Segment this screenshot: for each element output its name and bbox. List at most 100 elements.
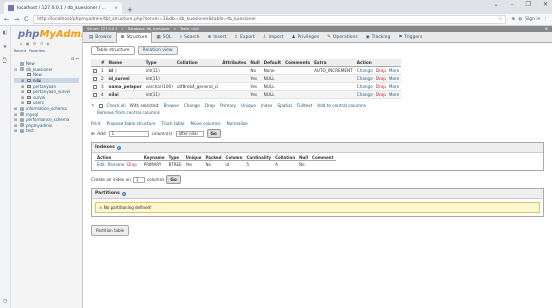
extensions-icon[interactable]: ⊕	[511, 17, 515, 22]
expand-icon[interactable]: ⊟	[14, 67, 18, 72]
breadcrumb-server[interactable]: Server: 127.0.0.1	[87, 27, 117, 31]
nav-recent[interactable]: Recent	[14, 49, 26, 53]
index-edit-action[interactable]: Edit	[97, 162, 105, 167]
add-count-input[interactable]: 1	[108, 130, 149, 137]
url-field[interactable]: http://localhost/phpmyadmin/tbl_structur…	[33, 15, 507, 24]
row-checkbox[interactable]	[93, 93, 97, 97]
sidebar-icon[interactable]: ◧	[3, 30, 8, 36]
tool-print[interactable]: Print	[91, 121, 101, 126]
tree-item-pertanyaan-survei[interactable]: ⊞ pertanyaan_survei	[14, 89, 79, 95]
tab-sql[interactable]: ▦ SQL	[152, 32, 175, 43]
tool-move-columns[interactable]: Move columns	[190, 121, 220, 126]
row-checkbox[interactable]	[93, 77, 97, 81]
tab-triggers[interactable]: ⚑ Triggers	[394, 32, 426, 43]
more-action[interactable]: More	[389, 84, 399, 89]
partition-table-button[interactable]: Partition table	[91, 225, 130, 236]
tab-privileges[interactable]: ♟ Privileges	[287, 32, 323, 43]
change-action[interactable]: Change	[357, 76, 373, 81]
drop-action[interactable]: Drop	[376, 92, 386, 97]
position-select[interactable]: after nilai	[175, 130, 204, 137]
tab-operations[interactable]: ✎ Operations	[323, 32, 362, 43]
bulk-primary[interactable]: Primary	[220, 103, 236, 108]
more-action[interactable]: More	[389, 76, 399, 81]
tree-item-test[interactable]: ⊞ test	[14, 128, 79, 134]
bulk-index[interactable]: Index	[261, 103, 273, 108]
tab-search-icon[interactable]: ⌄	[494, 1, 499, 8]
tool-normalize[interactable]: Normalize	[227, 121, 248, 126]
drop-action[interactable]: Drop	[376, 76, 386, 81]
reload-icon[interactable]: C	[24, 16, 28, 23]
row-checkbox[interactable]	[93, 85, 97, 89]
minimize-button[interactable]: –	[511, 1, 514, 8]
change-action[interactable]: Change	[357, 92, 373, 97]
remove-central-columns-link[interactable]: Remove from central columns	[97, 110, 552, 115]
pma-logo[interactable]: phpMyAdmin	[14, 29, 82, 40]
tab-insert[interactable]: ⊕ Insert	[204, 32, 231, 43]
menu-icon[interactable]: ⋮	[544, 17, 549, 22]
drop-action[interactable]: Drop	[376, 84, 386, 89]
expand-icon[interactable]: ⊞	[21, 78, 25, 83]
expand-icon[interactable]: ⊞	[21, 95, 25, 100]
help-icon[interactable]: ?	[116, 145, 121, 150]
new-tab-button[interactable]: +	[122, 6, 138, 14]
change-action[interactable]: Change	[357, 68, 373, 73]
expand-icon[interactable]: ⊞	[14, 128, 18, 133]
breadcrumb-database[interactable]: Database: db_kuesioner	[128, 27, 170, 31]
close-window-button[interactable]: ✕	[543, 1, 548, 8]
expand-icon[interactable]: ⊞	[21, 100, 25, 105]
tab-export[interactable]: ⇪ Export	[230, 32, 259, 43]
account-area[interactable]: ⊕ ◍ Sign in ⋮	[511, 17, 548, 22]
bulk-spatial[interactable]: Spatial	[277, 103, 291, 108]
expand-icon[interactable]: ⊞	[14, 106, 18, 111]
bulk-fulltext[interactable]: Fulltext	[297, 103, 312, 108]
close-tab-icon[interactable]: ×	[114, 6, 118, 11]
column-type: int(11)	[143, 74, 175, 83]
history-icon[interactable]: ⌚	[2, 58, 8, 64]
tool-track-table[interactable]: Track table	[162, 121, 185, 126]
more-action[interactable]: More	[389, 68, 399, 73]
tab-search[interactable]: ⌕ Search	[176, 32, 204, 43]
gear-icon[interactable]: ⚙	[545, 27, 548, 31]
tab-browse[interactable]: ▤ Browse	[85, 32, 116, 43]
tab-table-structure[interactable]: Table structure	[91, 46, 135, 55]
breadcrumb-table[interactable]: Table: nilai	[180, 27, 199, 31]
drop-action[interactable]: Drop	[376, 68, 386, 73]
tab-relation-view[interactable]: Relation view	[137, 46, 178, 55]
bulk-drop[interactable]: Drop	[205, 103, 215, 108]
bulk-browse[interactable]: Browse	[164, 103, 179, 108]
expand-icon[interactable]: ⊞	[21, 84, 25, 89]
create-index-go-button[interactable]: Go	[166, 175, 181, 184]
index-rename-action[interactable]: Rename	[108, 162, 124, 167]
bulk-unique[interactable]: Unique	[241, 103, 256, 108]
tab-structure[interactable]: ⊞ Structure	[115, 31, 153, 43]
expand-icon[interactable]: ⊞	[14, 112, 18, 117]
maximize-button[interactable]: ❐	[526, 1, 531, 8]
index-count-input[interactable]: 1	[132, 176, 145, 183]
nav-quick-icons[interactable]: ⌂ ▣ ⚙ ↺ ◈	[14, 41, 79, 46]
back-icon[interactable]: ←	[4, 16, 9, 23]
check-all-checkbox[interactable]	[98, 103, 103, 108]
index-drop-action[interactable]: Drop	[127, 162, 137, 167]
bulk-add-to-central-columns[interactable]: Add to central columns	[317, 103, 366, 108]
row-checkbox[interactable]	[93, 69, 97, 73]
settings-icon[interactable]: ◷	[3, 298, 7, 304]
tab-import[interactable]: ⇩ Import	[259, 32, 288, 43]
expand-icon[interactable]: ⊞	[14, 123, 18, 128]
check-all-label[interactable]: Check all	[107, 103, 126, 108]
change-action[interactable]: Change	[357, 84, 373, 89]
more-action[interactable]: More	[389, 92, 399, 97]
nav-favorites[interactable]: Favorites	[29, 49, 45, 53]
tool-propose-table-structure[interactable]: Propose table structure	[107, 121, 156, 126]
help-icon[interactable]: ?	[121, 191, 126, 196]
expand-icon[interactable]: ⊞	[14, 117, 18, 122]
browser-tab[interactable]: localhost / 127.0.0.1 / db_kuesioner / .…	[4, 2, 122, 14]
bulk-change[interactable]: Change	[184, 103, 200, 108]
forward-icon[interactable]: →	[14, 16, 19, 23]
bookmark-star-icon[interactable]: ☆	[494, 17, 502, 22]
go-button[interactable]: Go	[206, 129, 221, 138]
tab-tracking[interactable]: ◉ Tracking	[362, 32, 395, 43]
favorites-icon[interactable]: ★	[3, 44, 7, 50]
breadcrumb-sep-icon: »	[121, 27, 124, 31]
column-default: None	[261, 66, 284, 75]
expand-icon[interactable]: ⊞	[21, 89, 25, 94]
